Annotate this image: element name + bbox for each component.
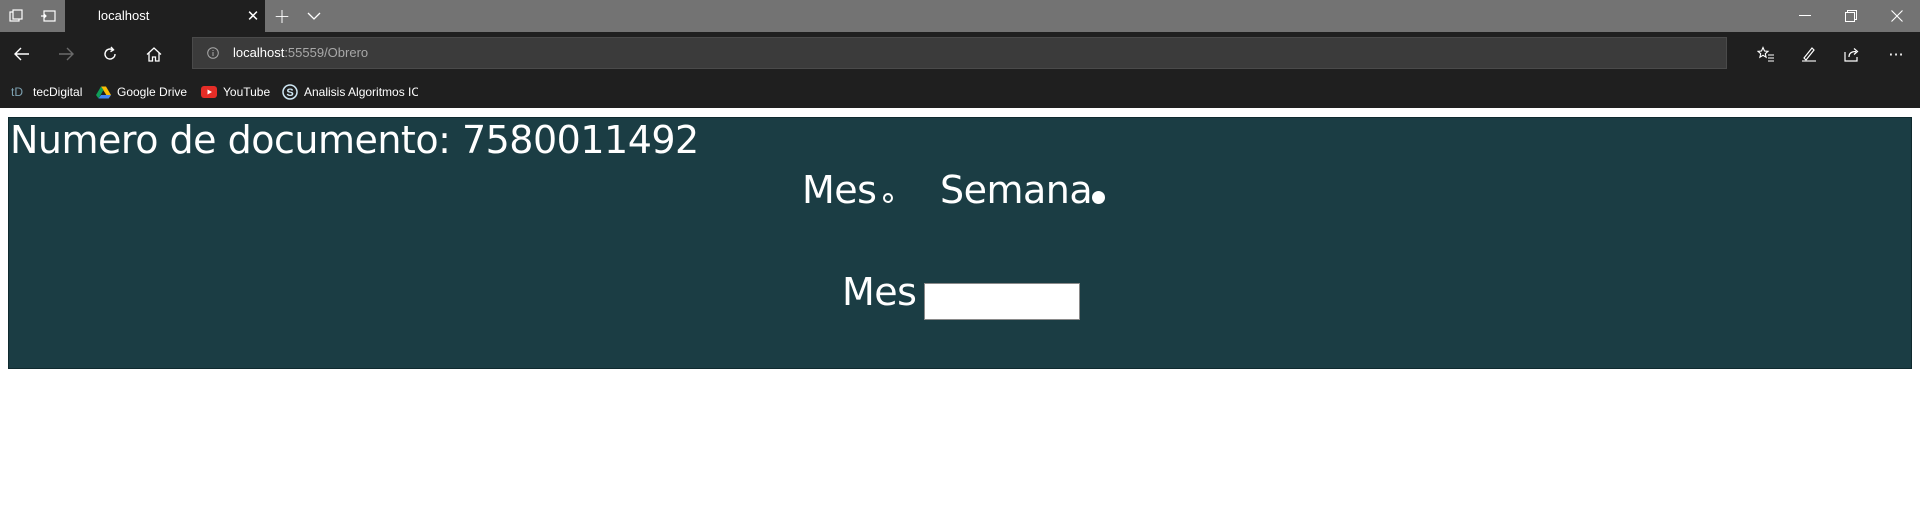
home-icon[interactable] — [134, 32, 174, 76]
month-label: Mes — [842, 270, 917, 314]
google-drive-icon — [95, 84, 111, 100]
favorite-analisis-algoritmos[interactable]: S Analisis Algoritmos IC — [282, 76, 418, 108]
tab-strip: localhost ✕ + — [0, 0, 1920, 32]
favorite-label: Analisis Algoritmos IC — [304, 85, 418, 99]
svg-text:S: S — [286, 87, 293, 99]
chevron-down-icon[interactable] — [300, 0, 328, 32]
favorite-label: YouTube — [223, 85, 271, 99]
s-logo-icon: S — [282, 84, 298, 100]
refresh-icon[interactable] — [90, 32, 130, 76]
favorite-tecdigital[interactable]: tD tecDigital — [7, 76, 82, 108]
minimize-icon[interactable] — [1782, 0, 1828, 32]
more-options-icon[interactable]: ··· — [1876, 32, 1916, 76]
close-window-icon[interactable] — [1874, 0, 1920, 32]
favorite-label: tecDigital — [33, 85, 83, 99]
restore-icon[interactable] — [1828, 0, 1874, 32]
url-path: :55559/Obrero — [284, 45, 369, 60]
url-host: localhost — [233, 45, 285, 60]
radio-mes[interactable] — [883, 193, 893, 203]
back-icon[interactable] — [2, 32, 42, 76]
document-panel: Numero de documento: 7580011492 Mes Sema… — [8, 117, 1912, 369]
forward-icon[interactable] — [46, 32, 86, 76]
tab-title: localhost — [98, 8, 150, 23]
radio-semana[interactable] — [1092, 191, 1105, 204]
active-tab[interactable]: localhost ✕ — [65, 0, 265, 32]
pen-icon[interactable] — [1789, 32, 1829, 76]
favorites-bar: tD tecDigital Google Drive YouTube S Ana… — [0, 76, 1920, 108]
month-input[interactable] — [924, 283, 1080, 320]
favorite-youtube[interactable]: YouTube — [201, 76, 270, 108]
favorites-star-icon[interactable] — [1746, 32, 1786, 76]
info-icon[interactable] — [207, 47, 219, 59]
youtube-icon — [201, 84, 217, 100]
navigation-bar: localhost:55559/Obrero ··· — [0, 32, 1920, 76]
tab-actions-icon[interactable] — [0, 0, 32, 32]
page-background — [0, 108, 1920, 116]
new-tab-icon[interactable]: + — [268, 0, 296, 32]
url-text[interactable]: localhost:55559/Obrero — [233, 45, 368, 60]
tab-close-icon[interactable]: ✕ — [241, 0, 265, 32]
favorite-google-drive[interactable]: Google Drive — [95, 76, 187, 108]
address-bar[interactable]: localhost:55559/Obrero — [192, 37, 1727, 69]
set-aside-tabs-icon[interactable] — [32, 0, 64, 32]
favorite-label: Google Drive — [117, 85, 188, 99]
radio-label-mes: Mes — [802, 168, 877, 212]
td-logo-icon: tD — [11, 85, 23, 99]
document-number-heading: Numero de documento: 7580011492 — [10, 118, 699, 162]
share-icon[interactable] — [1832, 32, 1872, 76]
radio-label-semana: Semana — [940, 168, 1093, 212]
